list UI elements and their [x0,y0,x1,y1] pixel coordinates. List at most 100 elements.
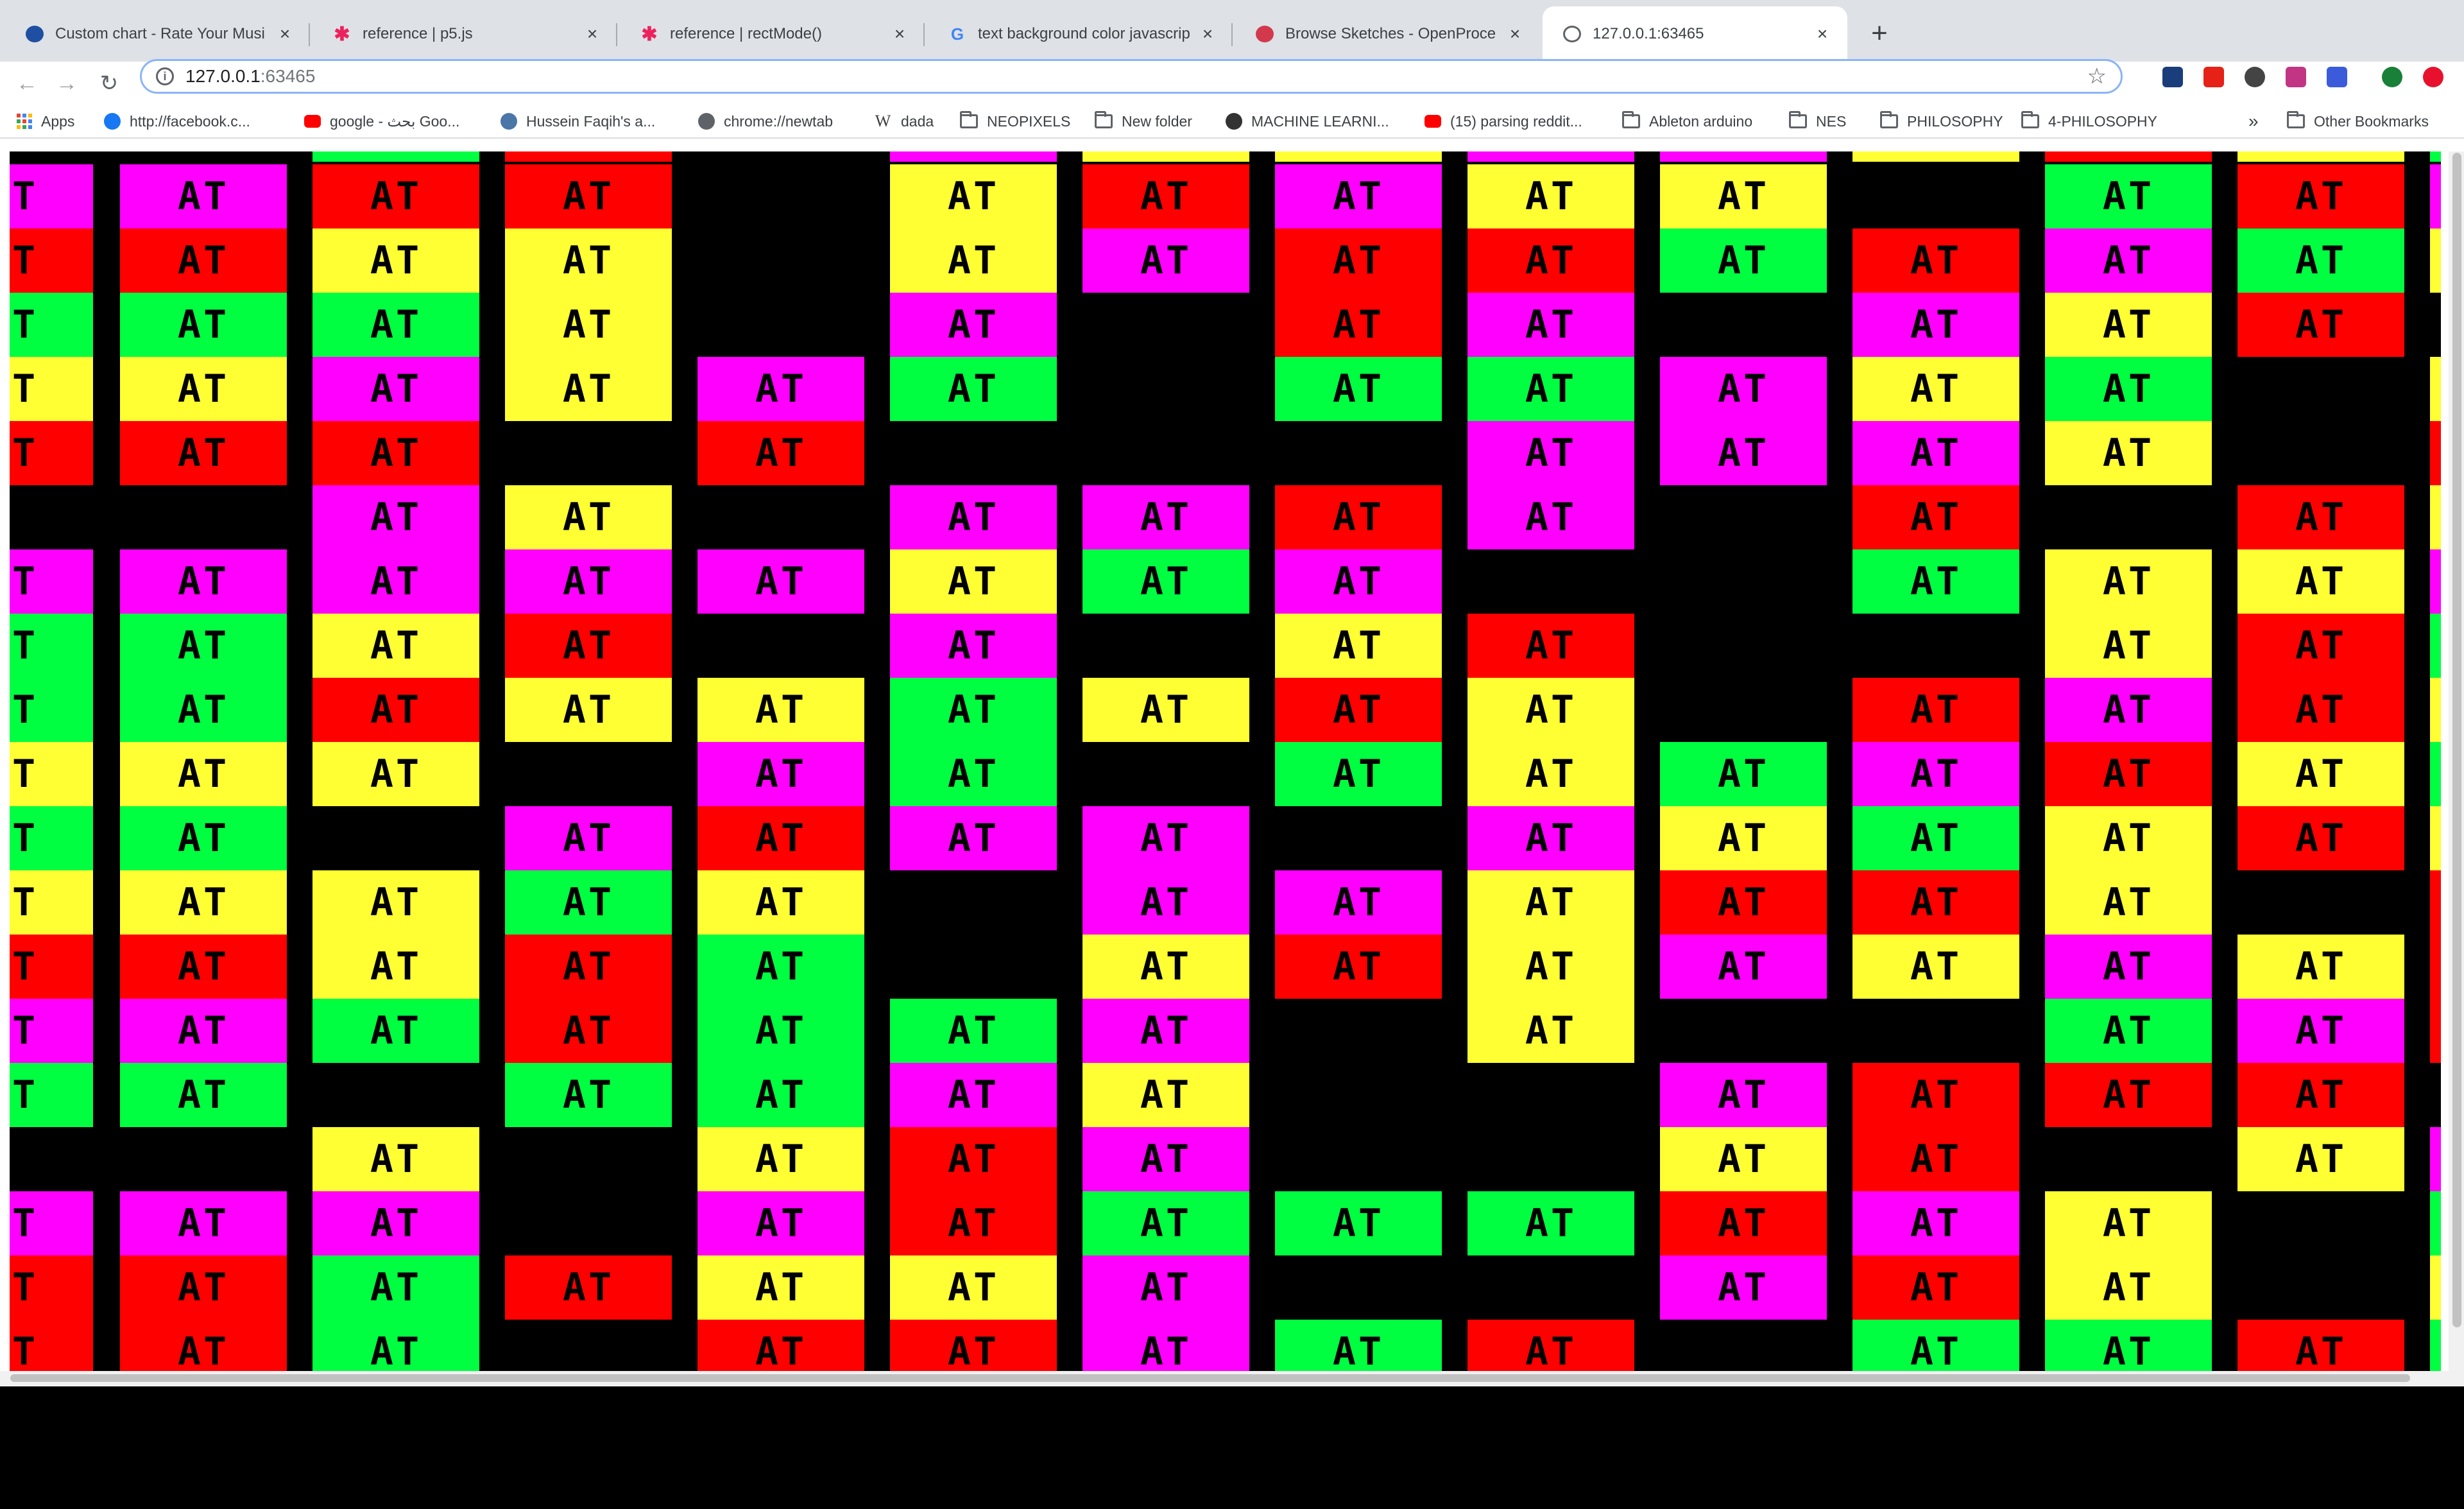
bookmark-item[interactable]: Hussein Faqih's a... [501,105,655,137]
at-tile: AT [1660,164,1827,229]
at-tile: AT [312,293,479,357]
bookmark-item[interactable]: (15) parsing reddit... [1425,105,1582,137]
tab-title: Custom chart - Rate Your Musi [55,25,265,42]
new-tab-button[interactable]: + [1863,17,1896,50]
browser-tab[interactable]: ✱ reference | rectMode() × [620,6,925,62]
other-bookmarks[interactable]: Other Bookmarks [2287,105,2429,137]
at-tile: AT [890,806,1057,870]
tab-close-icon[interactable]: × [274,23,296,45]
at-tile: AT [890,999,1057,1063]
at-tile: AT [2237,999,2404,1063]
at-tile: AT [1852,229,2019,293]
at-tile: AT [2237,935,2404,999]
bookmark-item[interactable]: MACHINE LEARNI... [1226,105,1389,137]
at-tile: AT [505,293,672,357]
at-tile: AT [2045,614,2212,678]
at-tile: AT [1660,1127,1827,1191]
tab-close-icon[interactable]: × [889,23,911,45]
at-tile: AT [1275,164,1442,229]
at-tile: AT [1082,1127,1249,1191]
at-tile: AT [1660,935,1827,999]
at-tile: AT [505,485,672,549]
browser-tab[interactable]: Custom chart - Rate Your Musi × [5,6,310,62]
at-tile: AT [2237,485,2404,549]
bookmarks-overflow-chevron-icon[interactable]: » [2248,105,2259,137]
wikipedia-icon: W [875,112,891,130]
vertical-scrollbar-thumb[interactable] [2452,153,2461,1327]
at-tile: AT [1852,357,2019,421]
at-tile: AT [2045,999,2212,1063]
tab-close-icon[interactable]: × [1504,23,1526,45]
at-tile: AT [1275,549,1442,614]
browser-tab[interactable]: 127.0.0.1:63465 × [1543,6,1847,62]
site-info-icon[interactable]: i [156,67,174,85]
horizontal-scrollbar-thumb[interactable] [10,1374,2410,1382]
at-tile: AT [505,870,672,935]
back-icon[interactable]: ← [12,68,42,99]
browser-tab[interactable]: ✱ reference | p5.js × [312,6,617,62]
sketch-tile-edge [1660,151,1827,162]
at-tile: AT [697,421,864,485]
at-tile: AT [2237,549,2404,614]
tab-close-icon[interactable]: × [581,23,603,45]
bookmark-item[interactable]: New folder [1095,105,1192,137]
at-tile: AT [312,1127,479,1191]
at-tile: AT [2430,614,2441,678]
browser-tab[interactable]: Gtext background color javascrip × [928,6,1233,62]
bookmark-item[interactable]: Ableton arduino [1622,105,1752,137]
tab-title: reference | p5.js [363,25,473,42]
bookmark-item[interactable]: NES [1789,105,1846,137]
forward-icon[interactable]: → [51,68,82,99]
reload-icon[interactable]: ↻ [94,68,124,99]
at-tile-partial: T [10,999,93,1063]
at-tile-partial: T [10,421,93,485]
bookmark-item[interactable]: Apps [17,105,74,137]
at-tile: AT [505,1255,672,1320]
tab-close-icon[interactable]: × [1197,23,1219,45]
folder-icon [1622,111,1640,130]
at-tile: AT [697,1127,864,1191]
at-tile: AT [1660,806,1827,870]
bookmark-item[interactable]: Wdada [874,105,934,137]
at-tile: AT [2045,806,2212,870]
tab-close-icon[interactable]: × [1811,23,1833,45]
at-tile: AT [1467,164,1634,229]
url-port: :63465 [260,66,316,86]
bookmark-label: MACHINE LEARNI... [1251,112,1389,130]
bookmark-item[interactable]: chrome://newtab [698,105,833,137]
bookmark-item[interactable]: google - بحث Goo... [304,105,459,137]
bookmark-star-icon[interactable]: ☆ [2087,64,2107,89]
bookmark-item[interactable]: NEOPIXELS [960,105,1070,137]
at-tile: AT [505,1063,672,1127]
profile-avatar[interactable] [2382,67,2402,87]
tab-separator [309,23,310,46]
extension-chart-icon[interactable] [2162,67,2183,87]
url-text[interactable]: 127.0.0.1:63465 [185,66,315,87]
tab-title: reference | rectMode() [670,25,822,42]
at-tile: AT [2430,485,2441,549]
sketch-tile-edge [2430,151,2441,162]
p5-sketch-canvas[interactable]: AT AT AT AT AT AT AT AT AT AT AT AT AT AT AT AT AT AT AT AT… [10,151,2441,1509]
extension-youtube-icon[interactable] [2203,67,2224,87]
at-tile: AT [2430,357,2441,421]
bookmark-item[interactable]: http://facebook.c... [104,105,250,137]
at-tile: AT [1852,1063,2019,1127]
sketch-tile-edge [2045,151,2212,162]
at-tile: AT [697,742,864,806]
bookmark-item[interactable]: 4-PHILOSOPHY [2021,105,2157,137]
at-tile: AT [1275,870,1442,935]
extension-instagram-icon[interactable] [2286,67,2306,87]
extension-alert-icon[interactable] [2423,67,2443,87]
at-tile: AT [2430,1255,2441,1320]
at-tile: AT [1660,1191,1827,1255]
at-tile: AT [1082,999,1249,1063]
at-tile: AT [2430,549,2441,614]
address-bar[interactable]: i 127.0.0.1:63465 ☆ [140,59,2123,94]
bookmark-item[interactable]: PHILOSOPHY [1880,105,2003,137]
url-host: 127.0.0.1 [185,66,261,86]
at-tile: AT [1852,678,2019,742]
extension-alien-icon[interactable] [2245,67,2265,87]
browser-tab[interactable]: Browse Sketches - OpenProce × [1235,6,1540,62]
at-tile: AT [1467,742,1634,806]
extension-lastfm-icon[interactable] [2327,67,2347,87]
